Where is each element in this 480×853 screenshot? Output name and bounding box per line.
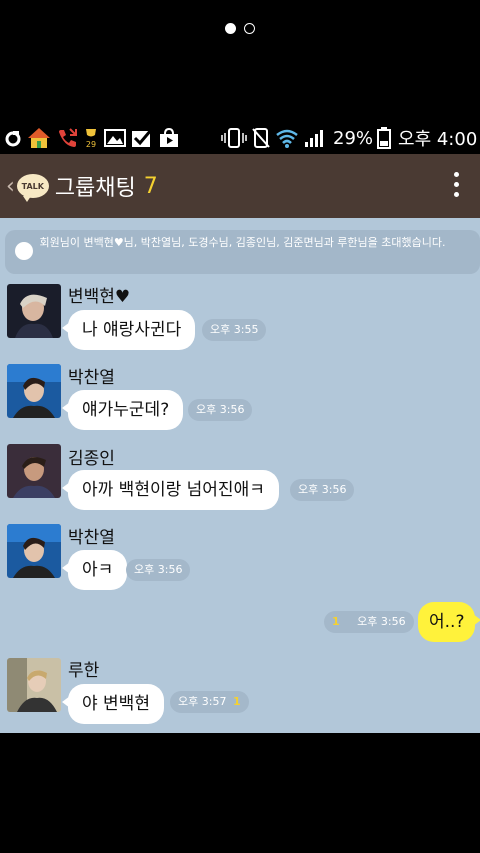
message-time-text: 오후 3:55 xyxy=(210,323,259,336)
sender-name: 루한 xyxy=(68,661,100,681)
page-dot-active xyxy=(225,23,236,34)
missed-call-icon xyxy=(56,126,78,150)
message-time-text: 오후 3:56 xyxy=(196,403,245,416)
menu-dot xyxy=(453,192,459,197)
trophy-icon: 29 xyxy=(83,126,99,150)
message-time: 오후 3:56 xyxy=(188,399,253,421)
page-dot-inactive xyxy=(244,23,255,34)
message-time: 1 오후 3:56 xyxy=(324,611,414,633)
vibrate-icon xyxy=(221,126,247,150)
message-time-text: 오후 3:56 xyxy=(134,563,183,576)
message-time-text: 오후 3:57 xyxy=(178,695,227,708)
avatar[interactable] xyxy=(7,524,61,578)
store-icon xyxy=(158,126,180,150)
status-bar: 29 29% 오후 4:00 xyxy=(0,122,480,154)
avatar[interactable] xyxy=(7,284,61,338)
mute-icon xyxy=(252,126,270,150)
menu-dot xyxy=(453,182,459,187)
avatar[interactable] xyxy=(7,364,61,418)
sender-name: 박찬열 xyxy=(68,368,115,388)
message-bubble[interactable]: 나 얘랑사귄다 xyxy=(61,310,196,350)
home-icon xyxy=(27,126,51,150)
menu-dot xyxy=(453,172,459,177)
battery-icon xyxy=(377,126,392,150)
notice-text: 회원님이 변백현♥님, 박찬열님, 도경수님, 김종인님, 김준면님과 루한님을… xyxy=(39,236,446,249)
message-bubble[interactable]: 야 변백현 xyxy=(62,684,164,724)
carrier-icon xyxy=(4,126,22,150)
signal-icon xyxy=(304,126,326,150)
system-notice: 회원님이 변백현♥님, 박찬열님, 도경수님, 김종인님, 김준면님과 루한님을… xyxy=(5,230,480,274)
message-time-text: 오후 3:56 xyxy=(298,483,347,496)
unread-count: 1 xyxy=(332,615,340,628)
message-time: 오후 3:57 1 xyxy=(170,691,249,713)
avatar[interactable] xyxy=(7,658,61,712)
chat-title: 그룹채팅 xyxy=(54,176,136,201)
image-icon xyxy=(104,126,126,150)
chat-header: ‹ TALK 그룹채팅 7 xyxy=(0,154,480,218)
trophy-count: 29 xyxy=(85,139,97,149)
message-time: 오후 3:56 xyxy=(290,479,355,501)
message-bubble[interactable]: 아ㅋ xyxy=(61,550,128,590)
overflow-menu-button[interactable] xyxy=(452,172,460,197)
message-time-text: 오후 3:56 xyxy=(357,615,406,628)
message-bubble[interactable]: 아까 백현이랑 넘어진애ㅋ xyxy=(62,470,279,510)
message-time: 오후 3:56 xyxy=(126,559,191,581)
page-indicator xyxy=(0,23,480,34)
avatar[interactable] xyxy=(7,444,61,498)
sender-name: 김종인 xyxy=(68,449,115,469)
talk-logo-icon: TALK xyxy=(16,174,49,202)
info-icon xyxy=(15,242,33,260)
message-time: 오후 3:55 xyxy=(202,319,267,341)
checkbox-icon xyxy=(131,126,153,150)
wifi-icon xyxy=(275,126,299,150)
screenshot: 29 29% 오후 4:00 ‹ TALK 그룹채팅 7 회원님이 변백현♥님,… xyxy=(0,0,480,853)
message-bubble[interactable]: 얘가누군데? xyxy=(61,390,184,430)
sender-name: 변백현♥ xyxy=(68,287,131,307)
back-button[interactable]: ‹ xyxy=(6,174,15,199)
battery-percent: 29% xyxy=(333,127,374,149)
chat-area[interactable]: 회원님이 변백현♥님, 박찬열님, 도경수님, 김종인님, 김준면님과 루한님을… xyxy=(0,218,480,733)
sender-name: 박찬열 xyxy=(68,528,115,548)
member-count: 7 xyxy=(143,173,158,199)
bottom-area xyxy=(0,733,480,853)
clock: 오후 4:00 xyxy=(398,129,478,150)
talk-logo-label: TALK xyxy=(21,181,44,191)
unread-count: 1 xyxy=(232,695,241,708)
my-message-bubble[interactable]: 어..? xyxy=(418,602,480,642)
